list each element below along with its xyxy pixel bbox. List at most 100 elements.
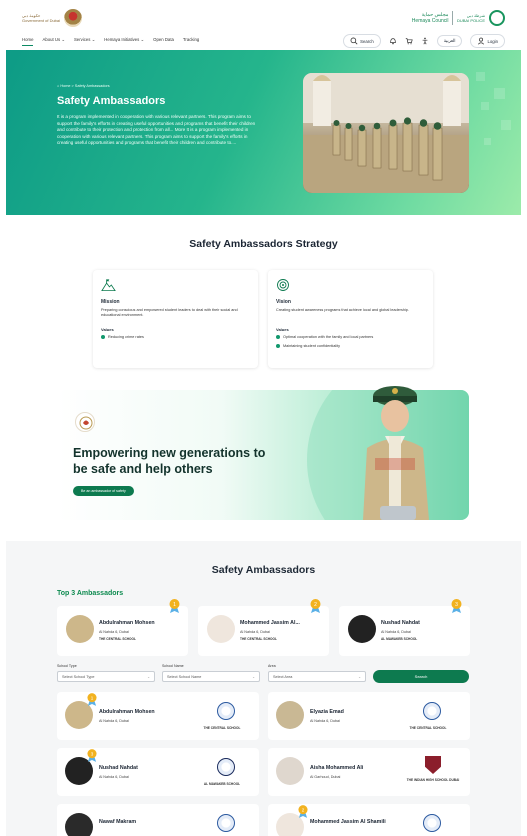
avatar [65, 813, 93, 836]
accessibility-icon[interactable] [421, 37, 429, 45]
nav-services[interactable]: Services ⌄ [74, 37, 95, 46]
ambassador-name: Mohammed Jassim Al Shamili [310, 819, 386, 825]
dubai-police-logo-icon [489, 10, 505, 26]
login-button[interactable]: Login [470, 34, 505, 48]
ambassador-location: Al Nahda 6, Dubai [310, 719, 340, 723]
ambassador-name: Nawaf Makram [99, 819, 137, 825]
ambassador-card[interactable]: 1 Abdulrahman Mohsen Al Nahda 6, Dubai T… [57, 692, 259, 740]
promo-title-line1: Empowering new generations to [73, 446, 266, 460]
ambassador-card[interactable]: Elyazia Emad Al Nahda 6, Dubai THE CENTR… [268, 692, 470, 740]
top3-label: Top 3 Ambassadors [57, 590, 124, 597]
check-icon [276, 335, 280, 339]
chevron-down-icon: ⌄ [147, 675, 150, 679]
school-name-value: Select School Name [167, 675, 202, 679]
school-name-select[interactable]: Select School Name ⌄ [162, 671, 260, 682]
ambassadors-title: Safety Ambassadors [211, 564, 316, 576]
ambassador-name: Aisha Mohammed Ali [310, 765, 364, 771]
decor-square [481, 102, 489, 110]
top-ambassador-card[interactable]: Mohammed Jassim Al... Al Nahda 6, Dubai … [198, 599, 329, 656]
chevron-down-icon: ⌄ [358, 675, 361, 679]
dubai-police-text: شرطة دبي DUBAI POLICE [456, 13, 485, 23]
avatar [276, 757, 304, 785]
ambassador-school: AL MAWAKEB SCHOOL [203, 782, 241, 786]
notification-bell-icon[interactable] [389, 37, 397, 45]
top-ambassador-card[interactable]: Nushad Nahdat Al Nahda 6, Dubai AL MAWAK… [339, 599, 470, 656]
ambassador-card[interactable]: Aisha Mohammed Ali Al Garhoud, Dubai THE… [268, 748, 470, 796]
chevron-down-icon: ⌄ [252, 675, 255, 679]
vision-text: Creating student awareness programs that… [276, 308, 409, 312]
language-toggle[interactable]: العربية [436, 35, 463, 47]
school-logo-icon [423, 814, 441, 832]
medal-rank: 3 [455, 602, 458, 608]
ambassador-location: Al Nahda 6, Dubai [99, 719, 129, 723]
search-icon [350, 37, 358, 45]
vision-value-text: Optimal cooperation with the family and … [283, 335, 374, 339]
vision-value-item: Optimal cooperation with the family and … [276, 335, 373, 339]
vision-value-text: Maintaining student confidentiality [283, 344, 340, 348]
ambassador-card[interactable]: 2 Mohammed Jassim Al Shamili [268, 804, 470, 836]
ambassador-name: Nushad Nahdat [99, 765, 138, 771]
medal-icon: 3 [451, 599, 462, 613]
strategy-title: Safety Ambassadors Strategy [189, 238, 338, 250]
cart-icon[interactable] [405, 37, 413, 45]
dubai-government-logo[interactable]: حكومة دبي Government of Dubai [22, 9, 83, 27]
search-button[interactable]: Search [343, 34, 381, 48]
mountain-flag-icon [101, 279, 116, 292]
language-label: العربية [443, 38, 456, 43]
medal-rank: 1 [173, 602, 176, 608]
school-type-select[interactable]: Select School Type ⌄ [57, 671, 155, 682]
be-ambassador-button[interactable]: Be an ambassador of safety [73, 486, 134, 496]
ambassador-name: Elyazia Emad [310, 709, 344, 715]
breadcrumb[interactable]: ⌂ Home > Safety Ambassadors [57, 84, 110, 88]
mission-value-text: Reducing crime rates [108, 335, 144, 339]
area-label: Area [268, 664, 276, 668]
vision-values-label: Values [276, 327, 289, 332]
ambassador-school: THE CENTRAL SCHOOL [99, 637, 136, 641]
gov-logo-text: حكومة دبي Government of Dubai [22, 13, 61, 23]
vision-card: Vision Creating student awareness progra… [268, 270, 433, 368]
hero-description: It is a program implemented in cooperati… [57, 114, 256, 145]
promo-title-line2: be safe and help others [73, 462, 213, 476]
search-submit-button[interactable]: Search [373, 670, 469, 683]
parade-illustration [303, 73, 469, 193]
target-icon [277, 279, 289, 291]
ambassador-card[interactable]: 3 Nushad Nahdat Al Nahda 6, Dubai AL MAW… [57, 748, 259, 796]
ambassador-name: Nushad Nahdat [381, 620, 420, 626]
search-label: Search [360, 38, 374, 44]
mission-text: Preparing conscious and empowered studen… [101, 308, 238, 317]
safety-ambassadors-logo-icon [75, 412, 95, 432]
avatar [207, 615, 235, 643]
decor-square [494, 88, 505, 99]
avatar [66, 615, 94, 643]
medal-rank: 2 [314, 602, 317, 608]
mission-title: Mission [101, 299, 120, 305]
school-name-label: School Name [162, 664, 184, 668]
hemaya-logo-text: مجلس حماية Hemaya Council [412, 12, 449, 24]
logo-divider [452, 11, 453, 25]
nav-about-us[interactable]: About Us ⌄ [42, 37, 64, 46]
ambassador-school: THE CENTRAL SCHOOL [203, 726, 241, 730]
nav-tracking[interactable]: Tracking [183, 37, 199, 46]
area-select[interactable]: Select Area ⌄ [268, 671, 366, 682]
decor-square [501, 120, 511, 130]
ambassador-card[interactable]: Nawaf Makram [57, 804, 259, 836]
emblem-icon [64, 9, 83, 27]
vision-title: Vision [276, 299, 291, 305]
school-logo-icon [217, 758, 235, 776]
ambassador-location: Al Nahda 6, Dubai [99, 775, 129, 779]
nav-hemaya-initiatives[interactable]: Hemaya Initiatives ⌄ [104, 37, 144, 46]
school-type-value: Select School Type [62, 675, 95, 679]
vision-value-item: Maintaining student confidentiality [276, 344, 340, 348]
nav-open-data[interactable]: Open Data [153, 37, 174, 46]
hemaya-en: Hemaya Council [411, 18, 449, 24]
ambassador-location: Al Nahda 6, Dubai [99, 630, 129, 634]
nav-home[interactable]: Home [22, 37, 34, 46]
page-title: Safety Ambassadors [57, 95, 166, 107]
school-logo-icon [423, 702, 441, 720]
medal-icon: 2 [310, 599, 321, 613]
hemaya-logo[interactable]: مجلس حماية Hemaya Council شرطة دبي DUBAI… [412, 10, 505, 26]
top-ambassador-card[interactable]: Abdulrahman Mohsen Al Nahda 6, Dubai THE… [57, 599, 188, 656]
medal-icon: 1 [169, 599, 180, 613]
check-icon [276, 344, 280, 348]
medal-icon: 1 [87, 693, 97, 706]
